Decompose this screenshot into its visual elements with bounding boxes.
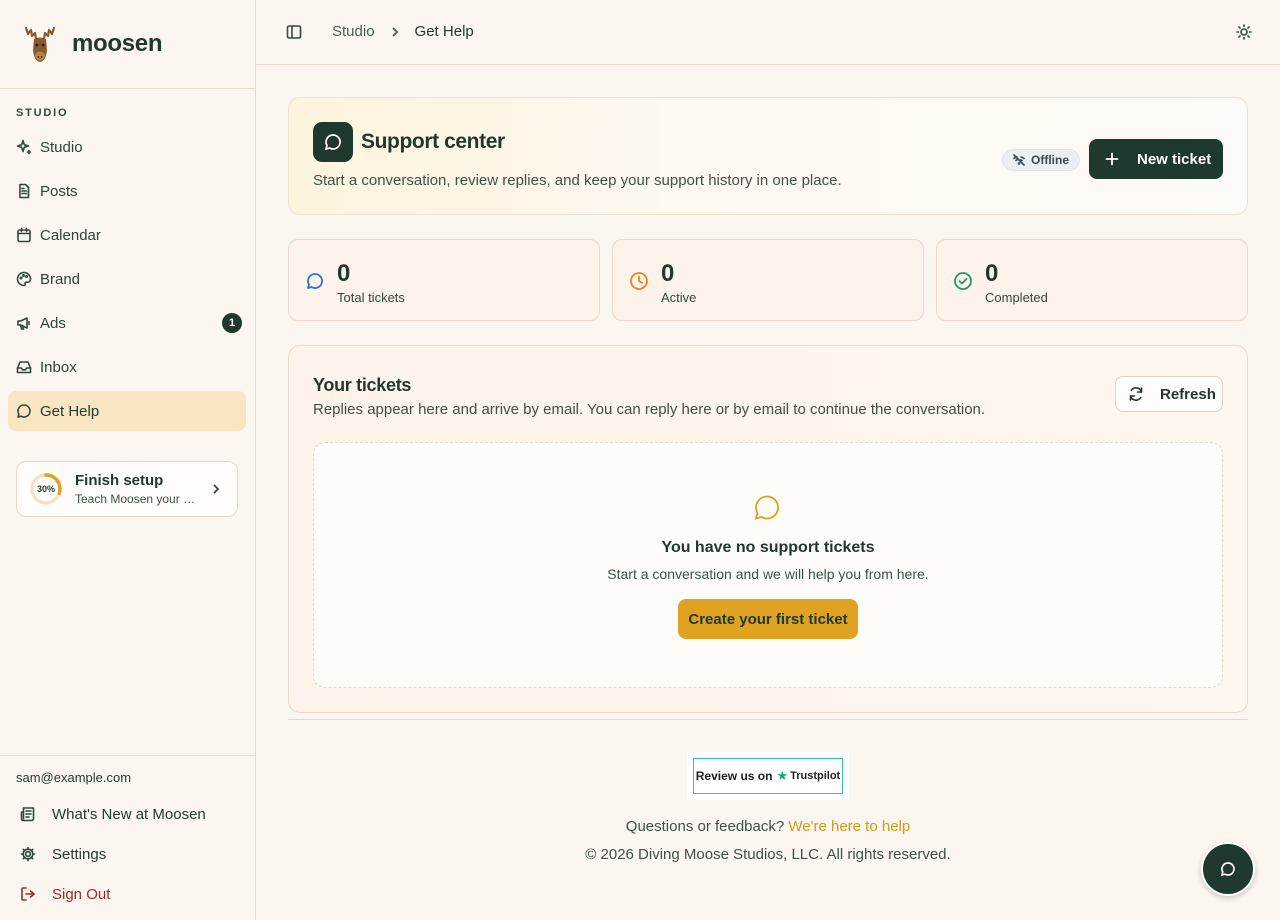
whats-new-link[interactable]: What's New at Moosen [0,794,255,834]
trustpilot-brand: Trustpilot [790,770,841,782]
refresh-label: Refresh [1160,385,1216,403]
sidebar: moosen STUDIO Studio Posts Calendar Bran… [0,0,256,920]
sign-out-icon [21,887,35,901]
new-ticket-label: New ticket [1137,150,1212,168]
sidebar-item-label: Calendar [40,226,101,244]
sidebar-item-studio[interactable]: Studio [8,127,246,167]
chat-launcher-button[interactable] [1201,842,1255,896]
sidebar-item-label: Ads [40,314,66,332]
sidebar-item-label: Studio [40,138,83,156]
newspaper-icon [20,807,35,822]
support-center-header: Support center Start a conversation, rev… [288,97,1248,215]
moose-icon [24,26,56,62]
wifi-off-icon [1013,154,1025,166]
ads-count-badge: 1 [222,313,242,333]
sign-out-button[interactable]: Sign Out [0,874,255,914]
chevron-right-icon [391,26,398,37]
palette-icon [16,271,32,287]
breadcrumb-studio[interactable]: Studio [332,23,375,40]
create-first-ticket-button[interactable]: Create your first ticket [678,599,858,639]
stat-active: 0 Active [612,239,924,321]
sidebar-item-label: Inbox [40,358,77,376]
brand[interactable]: moosen [0,0,255,89]
empty-state-title: You have no support tickets [661,539,875,556]
sidebar-item-calendar[interactable]: Calendar [8,215,246,255]
page-subtitle: Start a conversation, review replies, an… [313,172,842,189]
setup-subtitle: Teach Moosen your brand [75,492,197,506]
sun-icon[interactable] [1236,24,1252,40]
stat-total-tickets: 0 Total tickets [288,239,600,321]
sidebar-item-label: Posts [40,182,78,200]
finish-setup-card[interactable]: 30% Finish setup Teach Moosen your brand [16,461,238,517]
sidebar-item-label: Get Help [40,402,100,420]
stat-completed: 0 Completed [936,239,1248,321]
check-circle-icon [954,272,972,290]
clock-icon [630,272,648,290]
breadcrumb-get-help: Get Help [414,23,474,40]
calendar-icon [17,227,31,243]
sidebar-footer: sam@example.com What's New at Moosen Set… [0,755,255,914]
status-label: Offline [1031,153,1069,167]
tickets-subtitle: Replies appear here and arrive by email.… [313,401,986,418]
setup-progress-label: 30% [36,484,55,494]
settings-link[interactable]: Settings [0,834,255,874]
sidebar-item-get-help[interactable]: Get Help [8,391,246,431]
document-icon [19,183,30,199]
status-badge: Offline [1002,149,1080,171]
sign-out-label: Sign Out [52,885,111,903]
tickets-panel: Your tickets Replies appear here and arr… [288,345,1248,713]
chat-icon [1220,862,1235,877]
empty-state-subtitle: Start a conversation and we will help yo… [607,566,929,582]
plus-icon [1105,152,1119,166]
footer-divider [288,719,1248,720]
chat-bubble-icon [754,495,779,520]
sidebar-toggle-icon[interactable] [286,24,302,40]
feedback-text: Questions or feedback? [625,818,785,835]
sidebar-item-posts[interactable]: Posts [8,171,246,211]
settings-label: Settings [52,845,107,863]
chat-icon [307,273,323,289]
tickets-title: Your tickets [313,375,412,395]
topbar: Studio Get Help [256,0,1280,65]
setup-title: Finish setup [75,472,164,489]
stat-label: Completed [985,290,1048,305]
inbox-icon [16,361,32,374]
stat-value: 0 [337,260,351,287]
setup-progress-ring: 30% [29,472,63,506]
stat-value: 0 [985,260,999,287]
brand-name: moosen [72,30,163,57]
sidebar-item-brand[interactable]: Brand [8,259,246,299]
star-icon: ★ [776,768,789,783]
stat-value: 0 [661,260,675,287]
feedback-line: Questions or feedback? We're here to hel… [256,818,1280,835]
sidebar-section-label: STUDIO [16,107,69,119]
page-title: Support center [361,130,505,153]
new-ticket-button[interactable]: New ticket [1089,139,1223,179]
chat-icon [17,404,31,418]
stat-label: Total tickets [337,290,405,305]
sidebar-item-inbox[interactable]: Inbox [8,347,246,387]
help-link[interactable]: We're here to help [788,818,910,835]
sidebar-nav: Studio Posts Calendar Brand Ads 1 Inbox … [8,127,246,435]
user-email: sam@example.com [16,770,132,785]
stat-label: Active [661,290,697,305]
chevron-right-icon [213,484,220,494]
breadcrumb: Studio Get Help [332,23,474,40]
support-chat-icon [313,122,353,162]
whats-new-label: What's New at Moosen [52,805,206,823]
sidebar-item-label: Brand [40,270,81,288]
copyright: © 2026 Diving Moose Studios, LLC. All ri… [585,846,951,863]
refresh-icon [1129,387,1143,401]
trustpilot-badge[interactable]: Review us on ★ Trustpilot [687,752,849,800]
refresh-button[interactable]: Refresh [1115,376,1223,412]
empty-state: You have no support tickets Start a conv… [313,442,1223,688]
megaphone-icon [17,317,30,330]
sparkle-icon [16,139,32,155]
gear-icon [20,846,36,862]
sidebar-item-ads[interactable]: Ads 1 [8,303,246,343]
trustpilot-prefix: Review us on [695,769,773,783]
